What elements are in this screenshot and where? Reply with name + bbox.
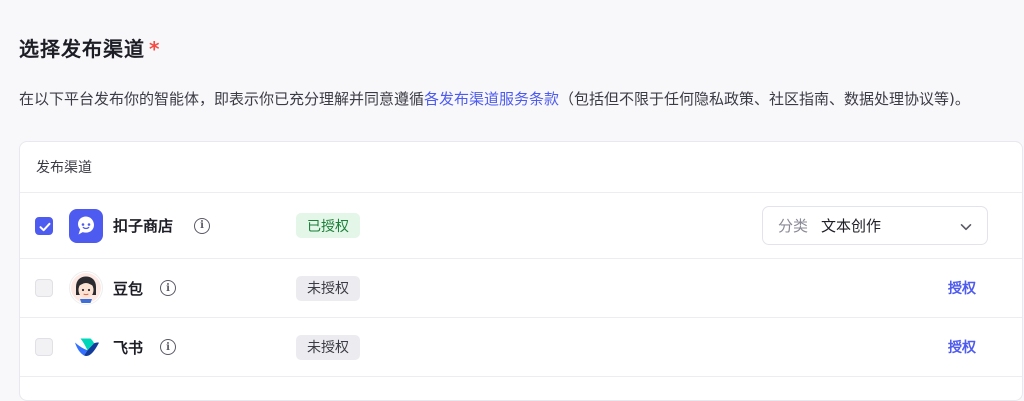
category-label: 分类 — [778, 217, 809, 235]
terms-link[interactable]: 各发布渠道服务条款 — [424, 90, 559, 108]
info-icon[interactable]: i — [160, 339, 176, 355]
section-title-text: 选择发布渠道 — [19, 37, 145, 61]
terms-description: 在以下平台发布你的智能体，即表示你已充分理解并同意遵循各发布渠道服务条款（包括但… — [19, 84, 1024, 115]
feishu-logo-icon — [69, 330, 103, 364]
chevron-down-icon — [960, 224, 972, 231]
feishu-checkbox[interactable] — [35, 338, 53, 356]
terms-prefix: 在以下平台发布你的智能体，即表示你已充分理解并同意遵循 — [19, 90, 425, 108]
category-select[interactable]: 分类 文本创作 — [762, 206, 988, 245]
info-icon[interactable]: i — [194, 217, 210, 234]
authorize-link-feishu[interactable]: 授权 — [948, 337, 976, 357]
section-title: 选择发布渠道 * — [19, 33, 160, 62]
channel-row-kouzi: 扣子商店 i 已授权 分类 文本创作 — [20, 193, 1022, 259]
category-value: 文本创作 — [821, 217, 882, 235]
channel-name-doubao: 豆包 — [113, 279, 144, 298]
channel-name-kouzi: 扣子商店 — [113, 217, 174, 235]
table-header: 发布渠道 — [20, 142, 1022, 193]
status-badge: 未授权 — [296, 334, 360, 360]
channel-table: 发布渠道 扣子商店 i 已授权 分类 文本创作 豆包 i 未授权 授权 飞书 i… — [19, 141, 1023, 401]
info-icon[interactable]: i — [160, 280, 176, 296]
channel-name-feishu: 飞书 — [113, 338, 144, 357]
status-badge: 已授权 — [296, 213, 360, 238]
status-badge: 未授权 — [296, 275, 360, 301]
channel-row-feishu: 飞书 i 未授权 授权 — [20, 318, 1022, 377]
required-mark: * — [149, 37, 161, 61]
authorize-link-doubao[interactable]: 授权 — [948, 278, 976, 298]
doubao-checkbox[interactable] — [35, 279, 53, 297]
checkmark-icon — [39, 222, 51, 231]
channel-row-doubao: 豆包 i 未授权 授权 — [20, 259, 1022, 318]
kouzi-logo-icon — [69, 208, 103, 243]
kouzi-checkbox[interactable] — [35, 216, 53, 235]
terms-suffix: （包括但不限于任何隐私政策、社区指南、数据处理协议等)。 — [559, 90, 970, 108]
doubao-logo-icon — [69, 271, 103, 305]
